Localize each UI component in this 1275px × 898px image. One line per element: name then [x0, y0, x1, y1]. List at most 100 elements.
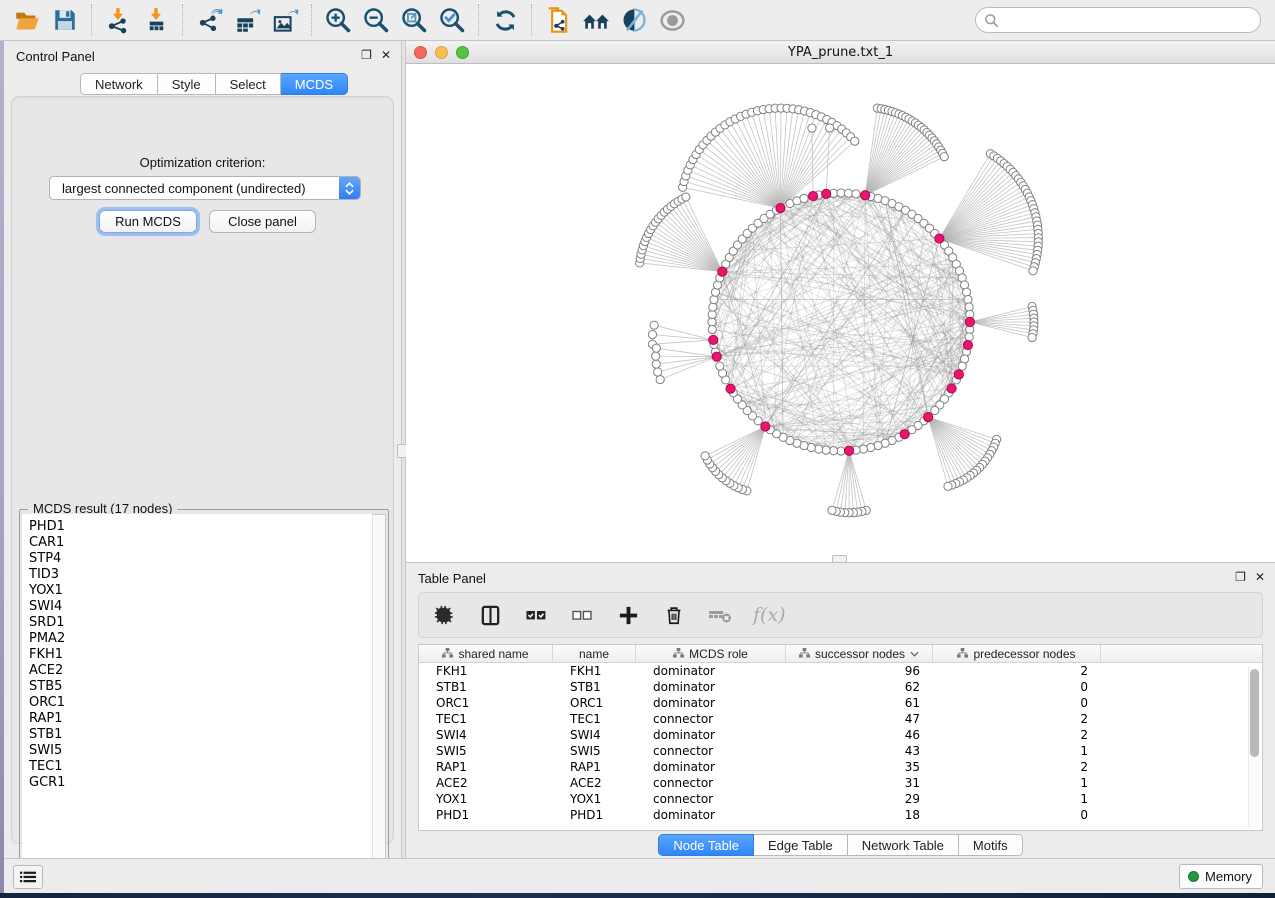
table-row[interactable]: ACE2ACE2connector311 [419, 775, 1262, 791]
graph-node[interactable] [808, 124, 816, 132]
zoom-out-icon[interactable] [357, 3, 395, 37]
mcds-node-item[interactable]: YOX1 [29, 583, 372, 599]
graph-mcds-node[interactable] [822, 189, 831, 198]
mcds-node-item[interactable]: PMA2 [29, 631, 372, 647]
memory-button[interactable]: Memory [1179, 864, 1263, 889]
tab-mcds[interactable]: MCDS [281, 73, 348, 95]
graph-node[interactable] [837, 189, 845, 197]
graph-mcds-node[interactable] [861, 191, 870, 200]
export-network-icon[interactable] [190, 3, 228, 37]
graph-node[interactable] [837, 447, 845, 455]
graph-node[interactable] [852, 190, 860, 198]
graph-node[interactable] [867, 443, 875, 451]
column-header-shared-name[interactable]: shared name [419, 645, 553, 662]
table-row[interactable]: TEC1TEC1connector472 [419, 711, 1262, 727]
zoom-fit-icon[interactable] [395, 3, 433, 37]
export-image-icon[interactable] [266, 3, 304, 37]
mcds-node-item[interactable]: ORC1 [29, 695, 372, 711]
column-header-successor-nodes[interactable]: successor nodes [786, 645, 933, 662]
mcds-node-item[interactable]: TID3 [29, 567, 372, 583]
graph-mcds-node[interactable] [845, 446, 854, 455]
delete-table-icon[interactable] [707, 602, 733, 628]
graph-node[interactable] [708, 318, 716, 326]
graph-mcds-node[interactable] [924, 413, 933, 422]
graph-node[interactable] [650, 321, 658, 329]
graph-node[interactable] [652, 352, 660, 360]
network-canvas[interactable] [406, 64, 1275, 562]
table-row[interactable]: YOX1YOX1connector291 [419, 791, 1262, 807]
open-session-icon[interactable] [8, 3, 46, 37]
minimize-window-icon[interactable] [435, 46, 448, 59]
table-scrollbar-thumb[interactable] [1250, 669, 1259, 757]
graph-node[interactable] [940, 153, 948, 161]
table-row[interactable]: SWI4SWI4dominator462 [419, 727, 1262, 743]
graph-node[interactable] [964, 295, 972, 303]
graph-node[interactable] [716, 362, 724, 370]
graph-node[interactable] [656, 375, 664, 383]
run-mcds-button[interactable]: Run MCDS [99, 210, 197, 233]
graph-mcds-node[interactable] [761, 422, 770, 431]
search-box[interactable] [975, 7, 1261, 33]
graph-node[interactable] [1029, 267, 1037, 275]
choose-columns-icon[interactable] [477, 602, 503, 628]
graph-node[interactable] [965, 303, 973, 311]
select-all-columns-icon[interactable] [523, 602, 549, 628]
table-row[interactable]: PHD1PHD1dominator180 [419, 807, 1262, 823]
hide-graphics-details-icon[interactable] [615, 3, 653, 37]
zoom-selected-icon[interactable] [433, 3, 471, 37]
mcds-node-item[interactable]: CAR1 [29, 535, 372, 551]
close-panel-icon[interactable]: ✕ [381, 48, 391, 62]
graph-node[interactable] [682, 193, 690, 201]
graph-mcds-node[interactable] [808, 191, 817, 200]
graph-node[interactable] [701, 452, 709, 460]
table-row[interactable]: SWI5SWI5connector431 [419, 743, 1262, 759]
tab-node-table[interactable]: Node Table [658, 834, 754, 856]
graph-mcds-node[interactable] [935, 234, 944, 243]
zoom-in-icon[interactable] [319, 3, 357, 37]
graph-node[interactable] [944, 482, 952, 490]
graph-node[interactable] [822, 446, 830, 454]
mcds-node-item[interactable]: STB5 [29, 679, 372, 695]
mcds-node-item[interactable]: RAP1 [29, 711, 372, 727]
tab-edge-table[interactable]: Edge Table [754, 834, 848, 856]
mcds-node-item[interactable]: TEC1 [29, 759, 372, 775]
graph-node[interactable] [851, 137, 859, 145]
graph-mcds-node[interactable] [712, 352, 721, 361]
search-input[interactable] [999, 10, 1260, 30]
create-column-plus-icon[interactable] [615, 602, 641, 628]
task-history-button[interactable] [13, 865, 43, 889]
graph-node[interactable] [859, 445, 867, 453]
table-row[interactable]: ORC1ORC1dominator610 [419, 695, 1262, 711]
show-graphics-details-icon[interactable] [653, 3, 691, 37]
float-panel-icon[interactable]: ❐ [361, 48, 372, 62]
graph-node[interactable] [814, 445, 822, 453]
close-panel-icon[interactable]: ✕ [1255, 570, 1265, 584]
first-neighbors-icon[interactable] [577, 3, 615, 37]
mcds-node-item[interactable]: SWI4 [29, 599, 372, 615]
graph-mcds-node[interactable] [954, 370, 963, 379]
graph-node[interactable] [652, 344, 660, 352]
graph-mcds-node[interactable] [776, 203, 785, 212]
table-scrollbar[interactable] [1248, 667, 1260, 827]
table-row[interactable]: RAP1RAP1dominator352 [419, 759, 1262, 775]
column-header-name[interactable]: name [553, 645, 636, 662]
graph-node[interactable] [965, 333, 973, 341]
mcds-node-item[interactable]: STP4 [29, 551, 372, 567]
function-builder-icon[interactable]: f(x) [753, 604, 786, 626]
mcds-node-item[interactable]: GCR1 [29, 775, 372, 791]
mcds-node-item[interactable]: STB1 [29, 727, 372, 743]
graph-node[interactable] [648, 331, 656, 339]
column-header-MCDS-role[interactable]: MCDS role [636, 645, 786, 662]
graph-node[interactable] [710, 295, 718, 303]
graph-node[interactable] [826, 124, 834, 132]
tab-network[interactable]: Network [80, 73, 158, 95]
refresh-view-icon[interactable] [486, 3, 524, 37]
network-titlebar[interactable]: YPA_prune.txt_1 [406, 41, 1275, 64]
graph-node[interactable] [828, 506, 836, 514]
mcds-node-item[interactable]: SWI5 [29, 743, 372, 759]
graph-mcds-node[interactable] [965, 317, 974, 326]
graph-node[interactable] [709, 303, 717, 311]
graph-mcds-node[interactable] [963, 340, 972, 349]
graph-node[interactable] [1028, 333, 1036, 341]
graph-node[interactable] [652, 360, 660, 368]
